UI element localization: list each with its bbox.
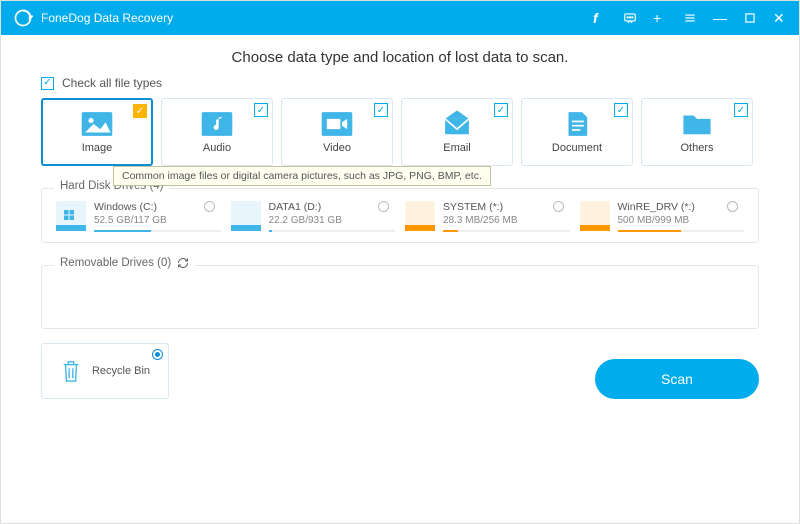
drive-name: WinRE_DRV (*:) xyxy=(618,201,745,213)
type-email[interactable]: Email xyxy=(401,98,513,166)
recycle-radio[interactable] xyxy=(152,349,163,360)
type-label: Video xyxy=(323,142,351,154)
drive-item[interactable]: Windows (C:) 52.5 GB/117 GB xyxy=(56,201,221,232)
removable-title: Removable Drives (0) xyxy=(60,257,171,269)
type-document[interactable]: Document xyxy=(521,98,633,166)
image-icon xyxy=(80,110,114,138)
drive-size: 22.2 GB/931 GB xyxy=(269,215,396,226)
close-icon[interactable]: ✕ xyxy=(773,11,787,25)
app-logo-icon xyxy=(13,8,33,28)
facebook-icon[interactable]: f xyxy=(593,11,607,25)
type-audio[interactable]: Audio xyxy=(161,98,273,166)
trash-icon xyxy=(60,358,82,384)
drive-item[interactable]: DATA1 (D:) 22.2 GB/931 GB xyxy=(231,201,396,232)
type-video[interactable]: Video xyxy=(281,98,393,166)
drive-icon xyxy=(56,201,86,231)
audio-icon xyxy=(200,110,234,138)
minimize-icon[interactable]: — xyxy=(713,11,727,25)
drive-radio[interactable] xyxy=(553,201,564,212)
drive-item[interactable]: SYSTEM (*:) 28.3 MB/256 MB xyxy=(405,201,570,232)
plus-icon[interactable]: + xyxy=(653,11,667,25)
drive-radio[interactable] xyxy=(378,201,389,212)
drive-name: DATA1 (D:) xyxy=(269,201,396,213)
type-checkbox[interactable] xyxy=(133,104,147,118)
type-checkbox[interactable] xyxy=(374,103,388,117)
menu-icon[interactable] xyxy=(683,11,697,25)
scan-label: Scan xyxy=(661,371,693,387)
type-label: Email xyxy=(443,142,471,154)
tooltip: Common image files or digital camera pic… xyxy=(113,166,491,186)
titlebar-buttons: f + — ✕ xyxy=(593,11,787,25)
drive-size: 500 MB/999 MB xyxy=(618,215,745,226)
recycle-label: Recycle Bin xyxy=(92,365,150,377)
drive-size: 28.3 MB/256 MB xyxy=(443,215,570,226)
scan-button[interactable]: Scan xyxy=(595,359,759,399)
drive-icon xyxy=(231,201,261,231)
document-icon xyxy=(560,110,594,138)
app-title: FoneDog Data Recovery xyxy=(41,11,173,25)
video-icon xyxy=(320,110,354,138)
folder-icon xyxy=(680,110,714,138)
file-types-row: Image Audio Video Email Document Others … xyxy=(41,98,759,166)
drive-name: Windows (C:) xyxy=(94,201,221,213)
check-all-label: Check all file types xyxy=(62,76,162,90)
feedback-icon[interactable] xyxy=(623,11,637,25)
type-label: Image xyxy=(82,142,113,154)
refresh-icon[interactable] xyxy=(177,257,189,269)
titlebar: FoneDog Data Recovery f + — ✕ xyxy=(1,1,799,35)
drive-icon xyxy=(405,201,435,231)
type-checkbox[interactable] xyxy=(494,103,508,117)
type-label: Others xyxy=(680,142,713,154)
check-all-checkbox[interactable] xyxy=(41,77,54,90)
type-label: Document xyxy=(552,142,602,154)
page-heading: Choose data type and location of lost da… xyxy=(41,49,759,66)
removable-section: Removable Drives (0) xyxy=(41,265,759,329)
drive-icon xyxy=(580,201,610,231)
check-all-row[interactable]: Check all file types xyxy=(41,76,759,90)
type-checkbox[interactable] xyxy=(614,103,628,117)
drive-size: 52.5 GB/117 GB xyxy=(94,215,221,226)
hdd-section: Hard Disk Drives (4) Windows (C:) 52.5 G… xyxy=(41,188,759,243)
type-checkbox[interactable] xyxy=(254,103,268,117)
type-checkbox[interactable] xyxy=(734,103,748,117)
email-icon xyxy=(440,110,474,138)
drive-item[interactable]: WinRE_DRV (*:) 500 MB/999 MB xyxy=(580,201,745,232)
drive-radio[interactable] xyxy=(727,201,738,212)
drive-radio[interactable] xyxy=(204,201,215,212)
drive-name: SYSTEM (*:) xyxy=(443,201,570,213)
type-others[interactable]: Others xyxy=(641,98,753,166)
maximize-icon[interactable] xyxy=(743,11,757,25)
type-image[interactable]: Image xyxy=(41,98,153,166)
recycle-bin-card[interactable]: Recycle Bin xyxy=(41,343,169,399)
type-label: Audio xyxy=(203,142,231,154)
